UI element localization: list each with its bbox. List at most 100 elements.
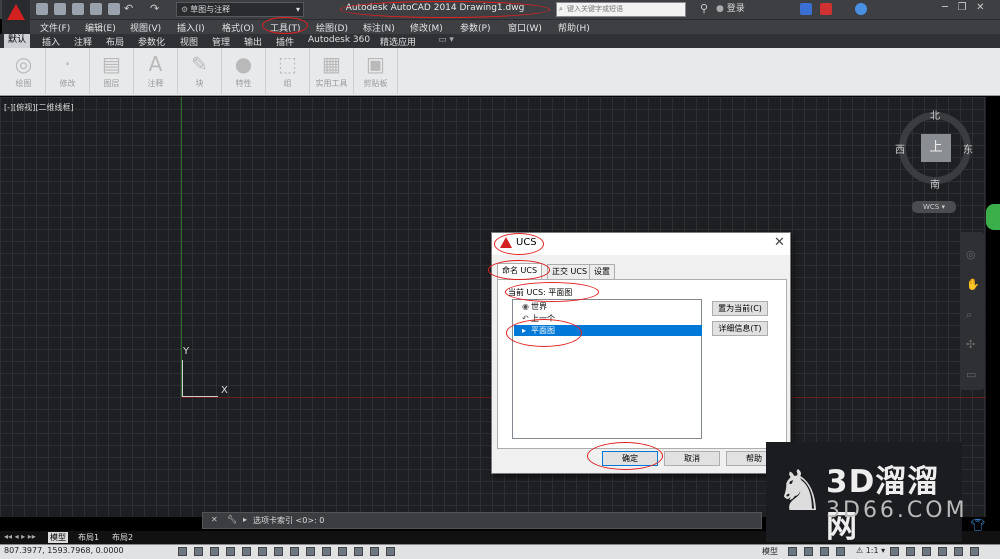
hardware-acceleration-icon[interactable] (938, 547, 947, 556)
cancel-button[interactable]: 取消 (664, 451, 720, 466)
isolate-objects-icon[interactable] (954, 547, 963, 556)
grid-icon[interactable] (210, 547, 219, 556)
utilities-panel[interactable]: ▦ 实用工具 (310, 48, 354, 94)
save-icon[interactable] (72, 3, 84, 15)
login-link[interactable]: ● 登录 (716, 2, 745, 16)
tab-autodesk-360[interactable]: Autodesk 360 (308, 35, 370, 45)
ortho-icon[interactable] (226, 547, 235, 556)
tab-layout2[interactable]: 布局2 (112, 532, 133, 543)
quick-view-layouts-icon[interactable] (788, 547, 797, 556)
new-icon[interactable] (36, 3, 48, 15)
menu-parametric[interactable]: 参数(P) (460, 21, 490, 34)
menu-view[interactable]: 视图(V) (130, 21, 161, 34)
quick-view-drawings-icon[interactable] (804, 547, 813, 556)
menu-format[interactable]: 格式(O) (222, 21, 254, 34)
tab-featured-apps[interactable]: 精选应用 (380, 35, 416, 48)
tab-layout[interactable]: 布局 (106, 35, 124, 48)
shirt-icon[interactable]: 👕︎ (970, 518, 985, 532)
ducs-icon[interactable] (306, 547, 315, 556)
viewcube-top-face[interactable]: 上 (921, 134, 951, 162)
tab-layout1[interactable]: 布局1 (78, 532, 99, 543)
pan-status-icon[interactable] (820, 547, 829, 556)
viewcube-south[interactable]: 南 (930, 176, 940, 191)
quick-properties-icon[interactable] (370, 547, 379, 556)
infer-constraints-icon[interactable] (178, 547, 187, 556)
snap-icon[interactable] (194, 547, 203, 556)
undo-icon[interactable]: ↶ (124, 2, 133, 15)
exchange-icon[interactable] (800, 3, 812, 15)
details-button[interactable]: 详细信息(T) (712, 321, 768, 336)
otrack-icon[interactable] (290, 547, 299, 556)
menu-file[interactable]: 文件(F) (40, 21, 70, 34)
osnap-icon[interactable] (258, 547, 267, 556)
menu-draw[interactable]: 绘图(D) (316, 21, 348, 34)
tab-settings[interactable]: 设置 (589, 264, 615, 279)
coordinates-readout[interactable]: 807.3977, 1593.7968, 0.0000 (4, 546, 124, 555)
annotation-visibility-icon[interactable] (890, 547, 899, 556)
tab-parametric[interactable]: 参数化 (138, 35, 165, 48)
wrench-icon[interactable]: 🔧︎ (227, 515, 237, 524)
video-icon[interactable]: ▭ ▾ (438, 35, 454, 45)
viewcube-north[interactable]: 北 (930, 107, 940, 122)
orbit-icon[interactable]: ✣ (966, 338, 975, 351)
menu-modify[interactable]: 修改(M) (410, 21, 443, 34)
plot-icon[interactable] (108, 3, 120, 15)
close-icon[interactable]: ✕ (976, 2, 984, 13)
tab-manage[interactable]: 管理 (212, 35, 230, 48)
menu-insert[interactable]: 插入(I) (177, 21, 205, 34)
polar-icon[interactable] (242, 547, 251, 556)
lineweight-icon[interactable] (338, 547, 347, 556)
layers-panel[interactable]: ▤ 图层 (90, 48, 134, 94)
tab-output[interactable]: 输出 (244, 35, 262, 48)
tab-orthographic-ucs[interactable]: 正交 UCS (547, 264, 593, 279)
model-space-label[interactable]: 模型 (762, 546, 778, 557)
close-icon[interactable]: ✕ (774, 235, 785, 250)
command-line[interactable]: ✕ 🔧︎ ▸ 选项卡索引 <0>: 0 (202, 512, 762, 529)
tab-annotate[interactable]: 注释 (74, 35, 92, 48)
zoom-status-icon[interactable] (836, 547, 845, 556)
transparency-icon[interactable] (354, 547, 363, 556)
save-as-icon[interactable] (90, 3, 102, 15)
expand-icon[interactable] (986, 204, 1000, 230)
annotation-panel[interactable]: A 注释 (134, 48, 178, 94)
group-panel[interactable]: ⬚ 组 (266, 48, 310, 94)
tab-view[interactable]: 视图 (180, 35, 198, 48)
tab-default[interactable]: 默认 (4, 34, 31, 48)
viewcube-west[interactable]: 西 (895, 141, 905, 156)
autocad-360-icon[interactable] (820, 3, 832, 15)
pan-icon[interactable]: ✋ (966, 278, 980, 291)
navigation-bar[interactable]: ◎ ✋ ⌕ ✣ ▭ (960, 232, 984, 390)
tab-model[interactable]: 模型 (48, 532, 68, 543)
workspace-select[interactable]: ⚙ 草图与注释 ▾ (176, 2, 304, 17)
clean-screen-icon[interactable] (970, 547, 979, 556)
zoom-icon[interactable]: ⌕ (966, 308, 972, 322)
draw-panel[interactable]: ◎ 绘图 (2, 48, 46, 94)
selection-cycling-icon[interactable] (386, 547, 395, 556)
steering-wheel-icon[interactable]: ◎ (966, 248, 976, 261)
help-icon[interactable] (855, 3, 867, 15)
maximize-icon[interactable]: ❐ (958, 2, 967, 13)
redo-icon[interactable]: ↷ (150, 2, 159, 15)
properties-panel[interactable]: ● 特性 (222, 48, 266, 94)
minimize-icon[interactable]: ─ (942, 2, 948, 13)
lock-icon[interactable] (922, 547, 931, 556)
viewcube-east[interactable]: 东 (963, 141, 973, 156)
workspace-switching-icon[interactable] (906, 547, 915, 556)
menu-dimension[interactable]: 标注(N) (363, 21, 395, 34)
viewport-controls-label[interactable]: [-][俯视][二维线框] (4, 102, 74, 113)
list-item-world[interactable]: ◉ 世界 (514, 301, 702, 312)
clipboard-panel[interactable]: ▣ 剪贴板 (354, 48, 398, 94)
search-input[interactable]: ⌕ 键入关键字或短语 (556, 2, 686, 17)
showmotion-icon[interactable]: ▭ (966, 368, 976, 381)
tab-nav-arrows[interactable]: ◂◂ ◂ ▸ ▸▸ (4, 532, 36, 541)
menu-edit[interactable]: 编辑(E) (85, 21, 116, 34)
modify-panel[interactable]: · 修改 (46, 48, 90, 94)
3d-osnap-icon[interactable] (274, 547, 283, 556)
block-panel[interactable]: ✎ 块 (178, 48, 222, 94)
tab-plugins[interactable]: 插件 (276, 35, 294, 48)
annotation-scale[interactable]: ⚠ 1:1 ▾ (856, 546, 885, 555)
menu-window[interactable]: 窗口(W) (508, 21, 542, 34)
tab-insert[interactable]: 插入 (42, 35, 60, 48)
binoculars-icon[interactable]: ⚲ (700, 2, 708, 15)
application-menu-button[interactable] (2, 0, 30, 34)
